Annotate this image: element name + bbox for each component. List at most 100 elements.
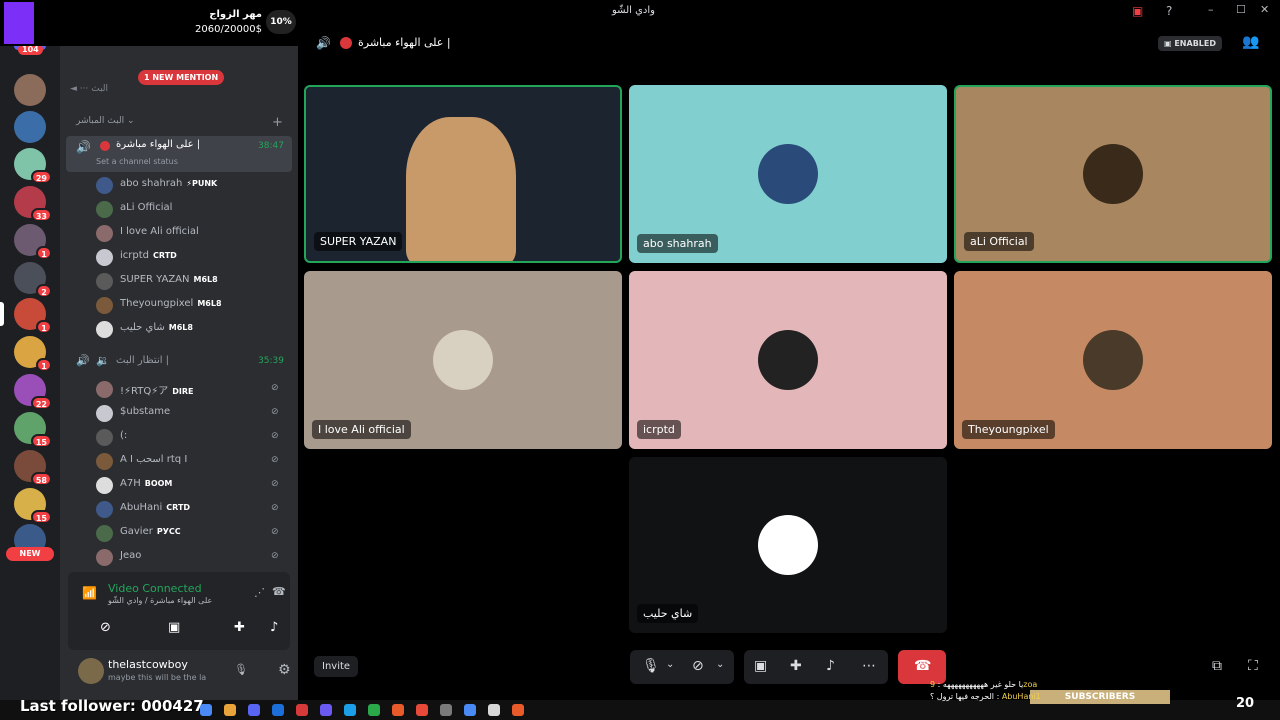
stage-channel-title: على الهواء مباشرة | — [358, 36, 451, 49]
soundboard-icon[interactable]: ♪ — [270, 620, 278, 635]
participant-tile[interactable]: abo shahrah — [629, 85, 947, 263]
voice-member[interactable]: Jeao ⊘ — [60, 546, 298, 568]
taskbar-app-icon[interactable] — [440, 704, 452, 716]
taskbar-app-icon[interactable] — [272, 704, 284, 716]
taskbar-app-icon[interactable] — [488, 704, 500, 716]
taskbar-app-icon[interactable] — [296, 704, 308, 716]
voice-member[interactable]: Theyoungpixel M6L8 — [60, 294, 298, 316]
voice-member[interactable]: I love Ali official — [60, 222, 298, 244]
soundboard-icon[interactable]: ♪ — [826, 658, 835, 674]
goal-percent: 10% — [266, 10, 296, 34]
member-name: I love Ali official — [120, 226, 199, 237]
voice-member[interactable]: A I اسحب rtq I ⊘ — [60, 450, 298, 472]
members-icon[interactable]: 👥 — [1242, 34, 1259, 50]
participant-name: Theyoungpixel — [962, 420, 1055, 439]
server-icon[interactable] — [14, 74, 46, 106]
taskbar-app-icon[interactable] — [248, 704, 260, 716]
new-mention-pill[interactable]: 1 NEW MENTION — [138, 70, 225, 85]
chevron-down-icon[interactable]: ⌄ — [716, 659, 724, 670]
title-bar: وادي الشّو ▣ ? – ☐ ✕ — [298, 0, 1280, 24]
disconnect-icon[interactable]: ☎ — [272, 585, 286, 598]
category-header[interactable]: البث المباشر ⌄ — [76, 116, 134, 126]
server-icon[interactable]: 29 — [14, 148, 52, 184]
taskbar-app-icon[interactable] — [224, 704, 236, 716]
help-icon[interactable]: ? — [1166, 4, 1172, 18]
participant-name: شاي حليب — [637, 604, 699, 623]
voice-member[interactable]: aLi Official — [60, 198, 298, 220]
voice-member[interactable]: SUPER YAZAN M6L8 — [60, 270, 298, 292]
voice-channel-path[interactable]: على الهواء مباشرة / وادي الشّو — [108, 596, 212, 605]
voice-member[interactable]: A7H BOOM ⊘ — [60, 474, 298, 496]
noise-suppression-icon[interactable]: ⋰ — [254, 586, 265, 599]
user-panel: thelastcowboy maybe this will be the la … — [68, 656, 291, 688]
maximize-icon[interactable]: ☐ — [1236, 3, 1246, 16]
close-icon[interactable]: ✕ — [1260, 3, 1269, 16]
mic-icon[interactable]: 🎙 — [234, 663, 248, 676]
taskbar-app-icon[interactable] — [464, 704, 476, 716]
server-icon[interactable]: 1 — [14, 336, 52, 372]
voice-member[interactable]: !⚡RTQ⚡ア DIRE ⊘ — [60, 378, 298, 400]
voice-member[interactable]: $ubstame ⊘ — [60, 402, 298, 424]
goal-progress-bar — [4, 2, 34, 44]
voice-member[interactable]: (: ⊘ — [60, 426, 298, 448]
voice-channel-waiting[interactable]: 🔊 🔉 انتظار البث | 35:39 — [66, 352, 292, 372]
server-icon[interactable]: 1 — [14, 298, 52, 334]
username[interactable]: thelastcowboy — [108, 658, 188, 671]
taskbar-app-icon[interactable] — [200, 704, 212, 716]
server-icon[interactable]: 1 — [14, 224, 52, 260]
popout-icon[interactable]: ⧉ — [1212, 658, 1222, 674]
server-icon[interactable]: 15 — [14, 412, 52, 448]
goal-progress-text: 2060/20000$ — [195, 24, 262, 35]
participant-tile[interactable]: Theyoungpixel — [954, 271, 1272, 449]
taskbar-app-icon[interactable] — [368, 704, 380, 716]
chevron-down-icon[interactable]: ⌄ — [666, 659, 674, 670]
camera-off-icon[interactable]: ⊘ — [692, 658, 704, 674]
fullscreen-icon[interactable]: ⛶ — [1248, 658, 1258, 674]
invite-button[interactable]: Invite — [314, 656, 359, 677]
new-unread-pill[interactable]: NEW — [6, 547, 54, 561]
taskbar-app-icon[interactable] — [392, 704, 404, 716]
screen-share-icon[interactable]: ▣ — [168, 620, 180, 635]
participant-name: SUPER YAZAN — [314, 232, 403, 251]
enabled-badge[interactable]: ▣ ENABLED — [1158, 36, 1222, 51]
settings-gear-icon[interactable]: ⚙ — [278, 662, 291, 678]
voice-member[interactable]: AbuHani CRTD ⊘ — [60, 498, 298, 520]
more-options-icon[interactable]: ⋯ — [862, 658, 876, 674]
collapsed-channel-row[interactable]: ◄ ··· البث — [70, 84, 108, 94]
server-icon[interactable]: 33 — [14, 186, 52, 222]
mic-icon[interactable]: 🎙 — [642, 658, 660, 674]
add-channel-icon[interactable]: + — [272, 115, 283, 130]
voice-member[interactable]: abo shahrah ⚡PUNK — [60, 174, 298, 196]
set-status-link[interactable]: Set a channel status — [96, 157, 178, 166]
participant-tile[interactable]: aLi Official — [954, 85, 1272, 263]
inbox-icon[interactable]: ▣ — [1132, 4, 1143, 18]
voice-member[interactable]: Gavier РУСС ⊘ — [60, 522, 298, 544]
server-icon[interactable]: 58 — [14, 450, 52, 486]
participant-tile[interactable]: I love Ali official — [304, 271, 622, 449]
server-icon[interactable] — [14, 111, 46, 143]
taskbar-app-icon[interactable] — [344, 704, 356, 716]
voice-channel-live[interactable]: 🔊 على الهواء مباشرة | 38:47 Set a channe… — [66, 136, 292, 172]
voice-member[interactable]: icrptd CRTD — [60, 246, 298, 268]
participant-tile[interactable]: شاي حليب — [629, 457, 947, 633]
last-follower-overlay: Last follower: 000427 — [20, 697, 204, 715]
server-icon[interactable]: 22 — [14, 374, 52, 410]
activities-icon[interactable]: ✚ — [234, 620, 245, 635]
participant-tile[interactable]: icrptd — [629, 271, 947, 449]
member-tag: ⚡PUNK — [186, 179, 218, 188]
avatar[interactable] — [78, 658, 104, 684]
activities-icon[interactable]: ✚ — [790, 658, 802, 674]
sub-count: 20 — [1236, 696, 1255, 711]
server-icon[interactable]: 2 — [14, 262, 52, 298]
camera-off-icon[interactable]: ⊘ — [100, 620, 111, 635]
taskbar-app-icon[interactable] — [416, 704, 428, 716]
participant-tile[interactable]: SUPER YAZAN — [304, 85, 622, 263]
taskbar-app-icon[interactable] — [512, 704, 524, 716]
minimize-icon[interactable]: – — [1208, 3, 1214, 16]
taskbar-app-icon[interactable] — [320, 704, 332, 716]
speaker-icon: 🔊 — [316, 36, 331, 50]
user-status[interactable]: maybe this will be the la — [108, 673, 218, 682]
server-icon[interactable]: 15 — [14, 488, 52, 524]
screen-share-icon[interactable]: ▣ — [754, 658, 767, 674]
voice-member[interactable]: شاي حليب M6L8 — [60, 318, 298, 340]
